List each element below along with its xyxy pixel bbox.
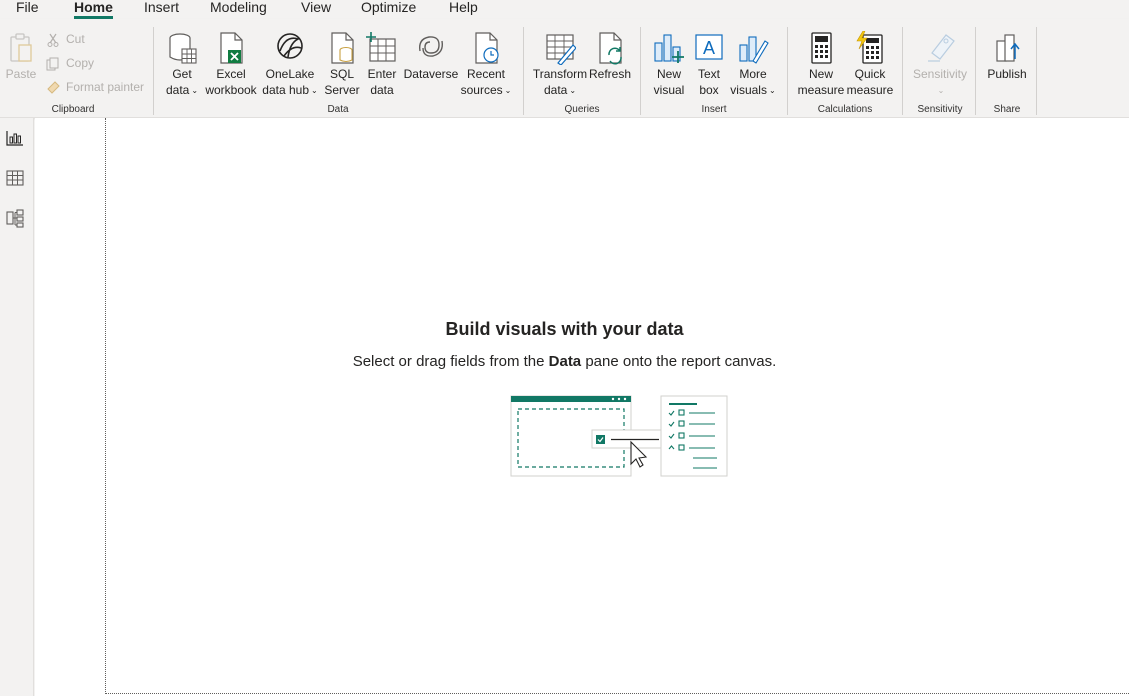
chevron-down-icon: ⌄ [768,86,776,95]
quick-measure-icon [856,31,883,64]
group-separator [153,27,154,115]
group-separator [787,27,788,115]
menu-help[interactable]: Help [449,0,478,15]
queries-group-label: Queries [564,104,600,115]
refresh-icon [599,32,622,65]
onelake-icon [277,33,303,59]
chevron-down-icon: ⌄ [569,86,577,95]
empty-state-subtitle: Select or drag fields from the Data pane… [352,353,777,370]
transform-data-icon [546,34,576,65]
chevron-down-icon: ⌄ [311,86,318,95]
svg-text:A: A [703,38,715,58]
format-painter-icon [47,81,60,94]
menu-optimize[interactable]: Optimize [361,0,416,15]
clipboard-group-label: Clipboard [51,104,95,115]
menu-view[interactable]: View [301,0,331,15]
share-group-label: Share [993,104,1021,115]
sensitivity-group-label: Sensitivity [917,104,963,115]
menu-file[interactable]: File [16,0,39,15]
copy-icon [46,57,59,71]
group-separator [975,27,976,115]
left-nav [0,118,34,696]
dataverse-icon [419,36,443,57]
table-view-icon[interactable] [5,168,25,188]
menu-modeling[interactable]: Modeling [210,0,267,15]
insert-group-label: Insert [701,104,727,115]
drag-fields-illustration [510,395,728,477]
group-separator [902,27,903,115]
text-box-icon: A [695,34,723,60]
chevron-down-icon: ⌄ [191,86,199,95]
publish-icon [996,34,1020,62]
menu-bar: File Home Insert Modeling View Optimize … [0,0,1129,19]
group-separator [640,27,641,115]
enter-data-icon [366,32,396,62]
chevron-down-icon: ⌄ [937,86,945,95]
ribbon: Paste Cut Copy Format painter Clipboard … [0,19,1129,118]
menu-home[interactable]: Home [74,0,113,19]
report-view-icon[interactable] [5,128,25,148]
calculations-group-label: Calculations [817,104,873,115]
chevron-down-icon: ⌄ [504,86,512,95]
menu-insert[interactable]: Insert [144,0,179,15]
group-separator [523,27,524,115]
calculator-icon [811,32,832,64]
group-separator [1036,27,1037,115]
new-visual-icon [654,34,684,63]
model-view-icon[interactable] [5,208,25,228]
data-group-label: Data [327,104,349,115]
sensitivity-icon [928,34,955,62]
scissors-icon [47,33,59,47]
recent-sources-icon [475,32,499,64]
more-visuals-icon [739,36,769,64]
excel-icon [220,32,243,64]
sql-server-icon [331,32,354,64]
empty-state-title: Build visuals with your data [445,319,684,339]
database-icon [169,33,197,64]
paste-icon [10,33,32,62]
